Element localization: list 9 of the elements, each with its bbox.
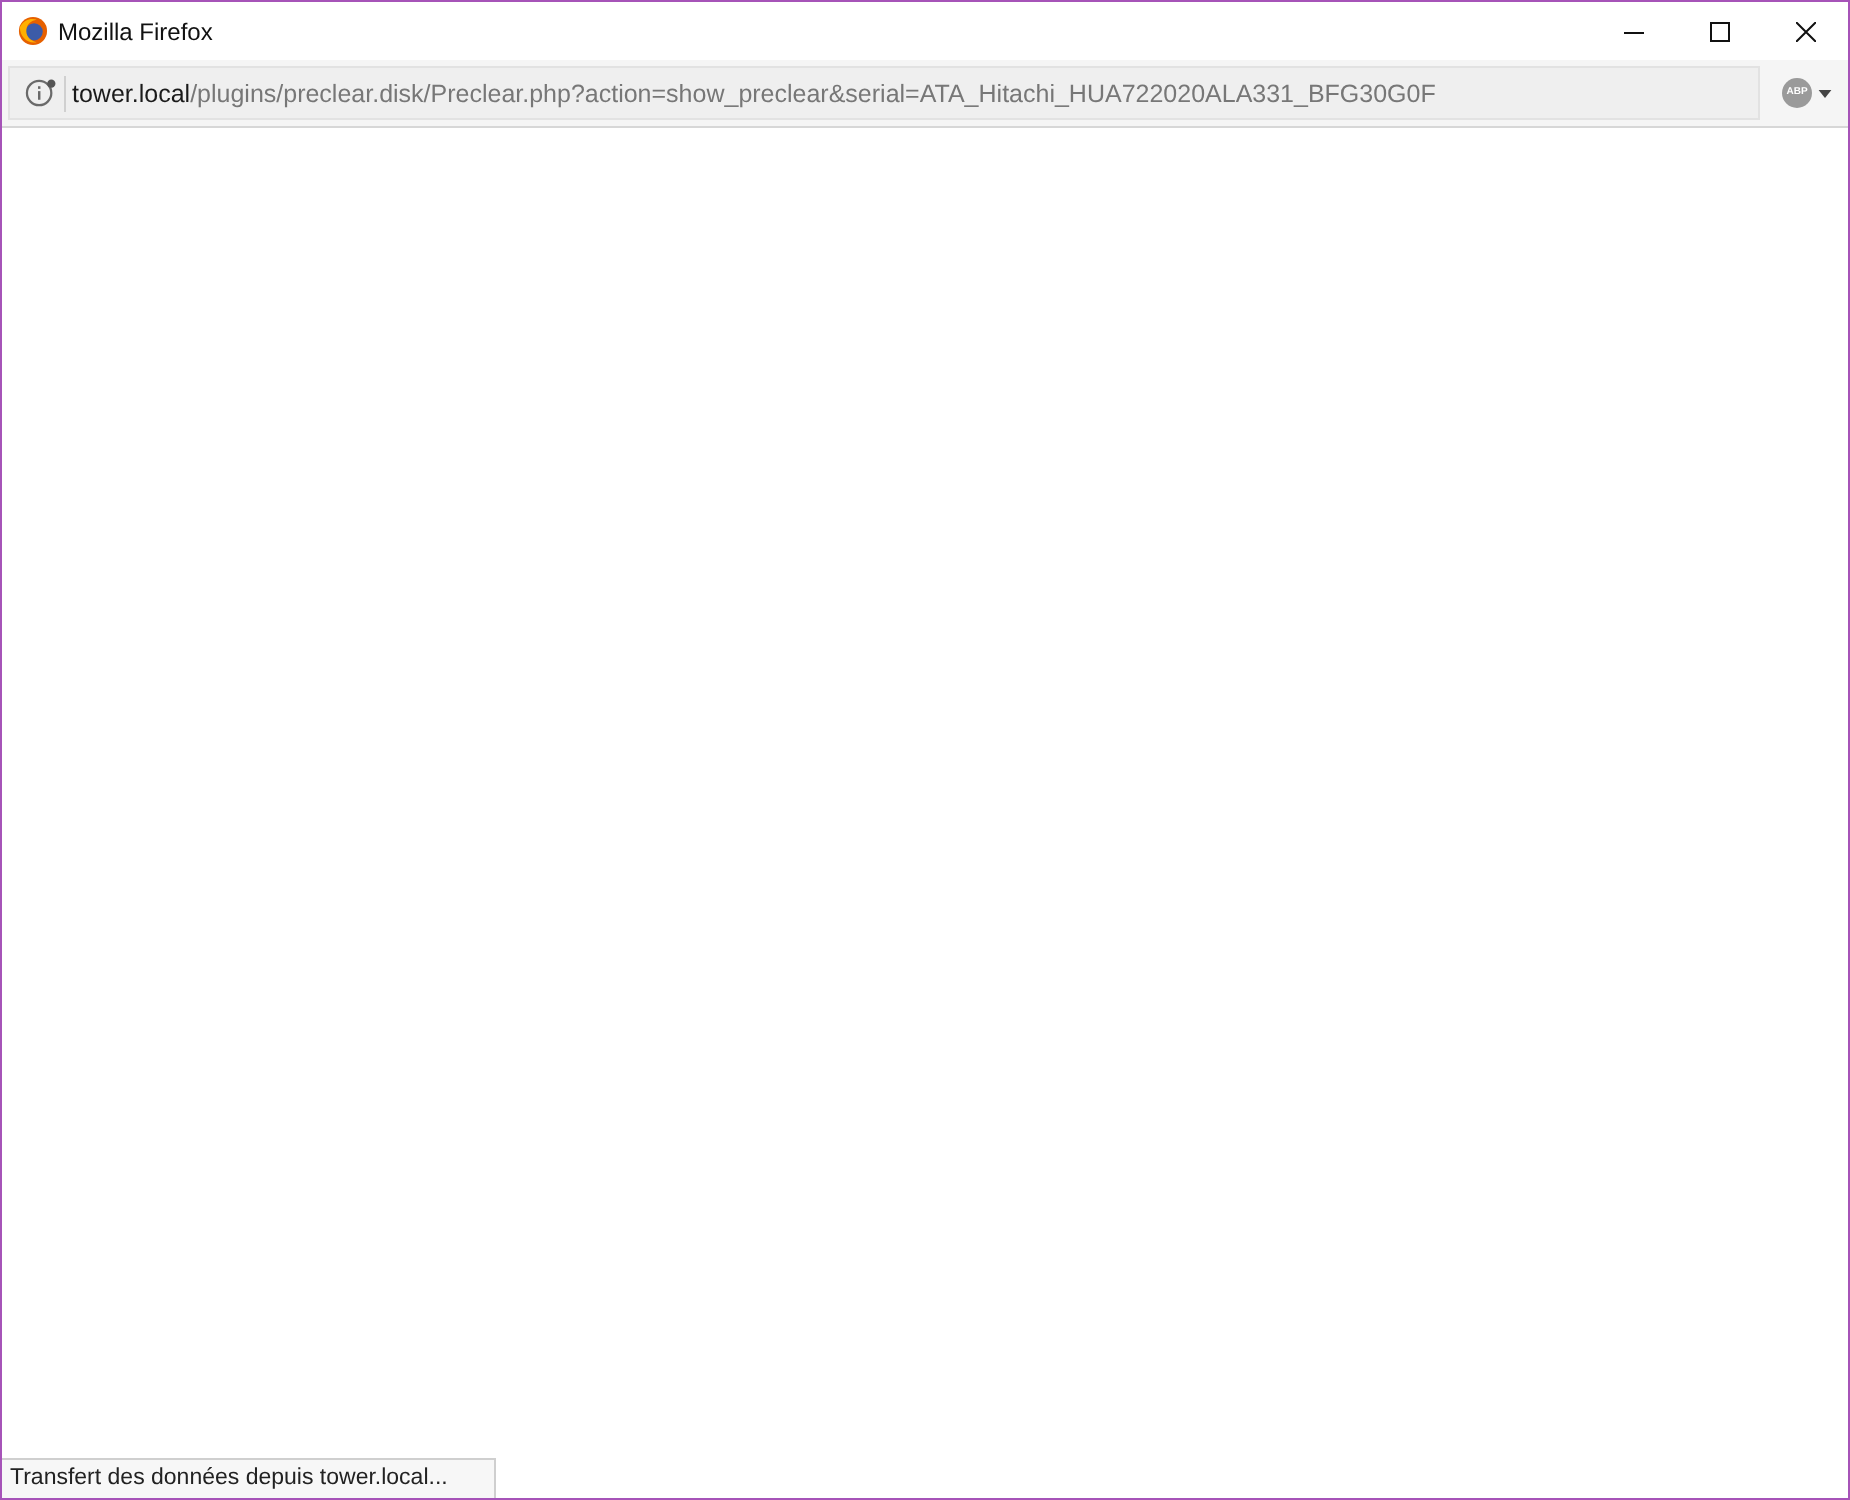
status-text: Transfert des données depuis tower.local... xyxy=(2,1458,496,1498)
maximize-icon xyxy=(1709,21,1729,41)
caret-icon[interactable] xyxy=(1818,89,1832,97)
url-text: tower.local/plugins/preclear.disk/Preclear.php?action=show_preclear&serial=ATA_Hitachi_HUA722020ALA331_BFG30G0F xyxy=(72,79,1436,107)
info-icon[interactable] xyxy=(24,78,58,108)
close-icon xyxy=(1795,21,1815,41)
address-bar[interactable]: tower.local/plugins/preclear.disk/Preclear.php?action=show_preclear&serial=ATA_Hitachi_HUA722020ALA331_BFG30G0F xyxy=(8,66,1760,120)
globe-logo-icon xyxy=(18,16,48,46)
window-title: Mozilla Firefox xyxy=(58,17,213,45)
